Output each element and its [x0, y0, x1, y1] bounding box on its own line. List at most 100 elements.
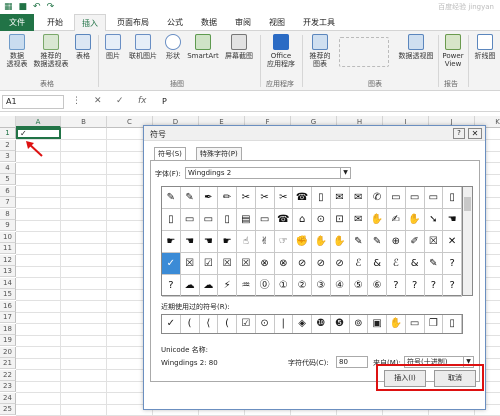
symbol-cell[interactable]: ✂: [255, 187, 275, 209]
row-header[interactable]: 22: [0, 369, 16, 381]
recommended-pivot-button[interactable]: 推荐的 数据透视表: [32, 34, 70, 68]
row-header[interactable]: 10: [0, 231, 16, 243]
symbol-cell[interactable]: ✍: [387, 209, 406, 231]
symbol-cell[interactable]: ?: [387, 275, 406, 297]
symbol-cell[interactable]: ☛: [218, 231, 237, 253]
font-select[interactable]: Wingdings 2 ▼: [185, 167, 351, 179]
recent-symbol-cell[interactable]: ❘: [275, 315, 294, 333]
row-header[interactable]: 18: [0, 323, 16, 335]
recent-symbol-cell[interactable]: ▣: [368, 315, 387, 333]
symbol-cell[interactable]: ✎: [162, 187, 181, 209]
row-header[interactable]: 16: [0, 300, 16, 312]
symbol-cell[interactable]: ?: [162, 275, 181, 297]
row-header[interactable]: 3: [0, 151, 16, 162]
smartart-button[interactable]: SmartArt: [186, 34, 220, 60]
symbol-cell[interactable]: ✎: [424, 253, 444, 275]
tab-file[interactable]: 文件: [0, 14, 34, 31]
symbol-cell[interactable]: ☞: [274, 231, 294, 253]
symbol-cell[interactable]: ✎: [368, 231, 387, 253]
symbol-cell[interactable]: ⑤: [349, 275, 369, 297]
recent-symbol-cell[interactable]: ⊚: [350, 315, 369, 333]
row-header[interactable]: 19: [0, 335, 16, 346]
formula-input[interactable]: P: [162, 97, 167, 106]
symbol-cell[interactable]: ☚: [180, 231, 200, 253]
symbol-cell[interactable]: ④: [330, 275, 350, 297]
symbol-cell[interactable]: ✎: [180, 187, 200, 209]
symbol-cell[interactable]: ✋: [405, 209, 425, 231]
symbol-cell[interactable]: ✉: [349, 209, 369, 231]
row-header[interactable]: 11: [0, 243, 16, 254]
line-sparkline-button[interactable]: 折线图: [472, 34, 498, 60]
symbol-cell[interactable]: ▯: [312, 187, 331, 209]
symbol-cell[interactable]: ✉: [330, 187, 350, 209]
row-header[interactable]: 23: [0, 381, 16, 392]
insert-function-icon[interactable]: fx: [138, 96, 147, 106]
tab-insert[interactable]: 插入: [74, 14, 106, 32]
column-header[interactable]: B: [61, 116, 107, 128]
scrollbar-thumb[interactable]: [464, 197, 471, 211]
symbol-cell[interactable]: ⌂: [293, 209, 312, 231]
shapes-button[interactable]: 形状: [162, 34, 184, 60]
symbol-cell[interactable]: ☛: [162, 231, 181, 253]
cancel-icon[interactable]: ✕: [94, 96, 102, 106]
symbol-cell[interactable]: ☒: [424, 231, 444, 253]
symbol-cell[interactable]: ⊗: [255, 253, 275, 275]
picture-button[interactable]: 图片: [102, 34, 124, 60]
row-header[interactable]: 20: [0, 346, 16, 358]
recent-symbol-cell[interactable]: ⟨: [200, 315, 219, 333]
tab-review[interactable]: 审阅: [228, 14, 258, 31]
symbol-cell[interactable]: ☝: [237, 231, 256, 253]
cell-a1[interactable]: ✓: [16, 128, 61, 139]
row-header[interactable]: 21: [0, 358, 16, 369]
row-header[interactable]: 2: [0, 139, 16, 151]
symbol-cell[interactable]: ⊘: [312, 253, 331, 275]
row-header[interactable]: 15: [0, 289, 16, 300]
symbol-cell[interactable]: ✂: [237, 187, 256, 209]
symbol-cell[interactable]: ✐: [405, 231, 425, 253]
row-header[interactable]: 14: [0, 277, 16, 289]
symbol-cell[interactable]: ⊙: [312, 209, 331, 231]
symbol-cell[interactable]: ✒: [199, 187, 219, 209]
symbol-cell[interactable]: ✉: [349, 187, 369, 209]
symbol-cell[interactable]: ▭: [424, 187, 444, 209]
recent-symbol-cell[interactable]: ❺: [331, 315, 350, 333]
chart-gallery[interactable]: [336, 37, 392, 69]
symbol-cell[interactable]: ▤: [237, 209, 256, 231]
help-button[interactable]: ?: [453, 128, 465, 139]
tab-developer[interactable]: 开发工具: [296, 14, 342, 31]
symbol-cell[interactable]: ②: [293, 275, 312, 297]
symbol-cell[interactable]: ✏: [218, 187, 237, 209]
tab-view[interactable]: 视图: [262, 14, 292, 31]
row-header[interactable]: 8: [0, 208, 16, 220]
row-header[interactable]: 7: [0, 197, 16, 208]
row-header[interactable]: 6: [0, 185, 16, 197]
table-button[interactable]: 表格: [72, 34, 94, 60]
symbol-cell[interactable]: ▭: [387, 187, 406, 209]
symbol-cell[interactable]: ✊: [293, 231, 312, 253]
row-header[interactable]: 12: [0, 254, 16, 266]
symbol-grid-scrollbar[interactable]: [463, 186, 473, 296]
symbol-cell[interactable]: &: [405, 253, 425, 275]
symbol-cell[interactable]: ⊡: [330, 209, 350, 231]
symbol-cell[interactable]: ▯: [443, 187, 462, 209]
column-header[interactable]: A: [16, 116, 61, 128]
symbol-cell[interactable]: &: [368, 253, 387, 275]
symbol-cell[interactable]: ▭: [405, 187, 425, 209]
tab-home[interactable]: 开始: [40, 14, 70, 31]
symbol-cell[interactable]: ➘: [424, 209, 444, 231]
symbol-cell[interactable]: ✋: [312, 231, 331, 253]
symbol-cell[interactable]: ⓪: [255, 275, 275, 297]
recent-symbol-cell[interactable]: ◈: [293, 315, 312, 333]
row-header[interactable]: 17: [0, 312, 16, 323]
symbol-cell[interactable]: ☎: [274, 209, 294, 231]
row-header[interactable]: 25: [0, 404, 16, 415]
cancel-button[interactable]: 取消: [434, 370, 476, 387]
recent-symbol-cell[interactable]: ☑: [237, 315, 256, 333]
recommended-chart-button[interactable]: 推荐的 图表: [306, 34, 334, 68]
symbol-cell[interactable]: ?: [443, 275, 462, 297]
row-header[interactable]: 1: [0, 128, 16, 139]
row-header[interactable]: 24: [0, 392, 16, 404]
tab-data[interactable]: 数据: [194, 14, 224, 31]
screenshot-button[interactable]: 屏幕截图: [222, 34, 256, 60]
recent-symbol-cell[interactable]: ▭: [406, 315, 425, 333]
